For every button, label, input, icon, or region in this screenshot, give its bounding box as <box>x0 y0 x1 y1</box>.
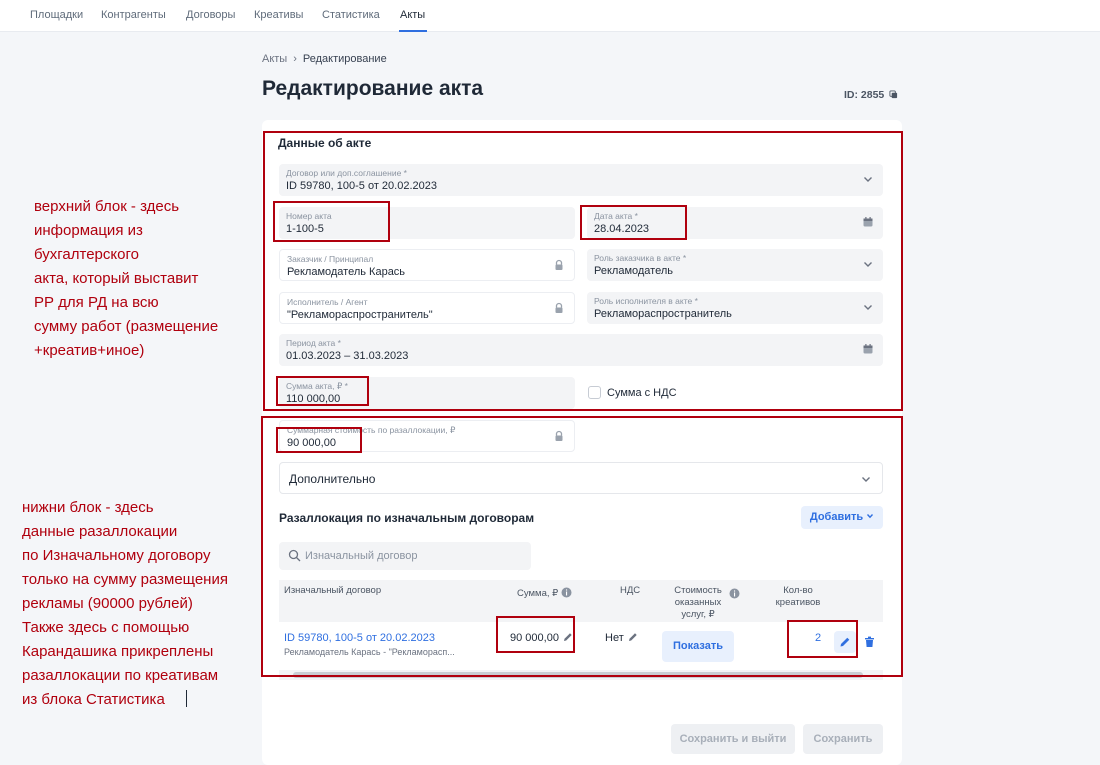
breadcrumb: Акты › Редактирование <box>262 53 387 65</box>
annotation-box-creatives-count <box>787 620 858 658</box>
text-cursor <box>186 690 187 707</box>
annotation-text-bottom-block: нижни блок - здесь данные разаллокации п… <box>22 499 228 708</box>
annotation-box-realloc-total <box>276 427 362 453</box>
annotation-box-act-amount <box>276 376 369 406</box>
breadcrumb-separator-icon: › <box>293 53 297 65</box>
annotation-box-act-date <box>580 205 687 240</box>
annotation-box-top-block <box>263 131 903 411</box>
nav-item-creatives[interactable]: Креативы <box>254 9 303 21</box>
nav-item-platforms[interactable]: Площадки <box>30 9 83 21</box>
nav-item-contracts[interactable]: Договоры <box>186 9 235 21</box>
annotation-box-act-number <box>273 201 390 242</box>
top-navigation: Площадки Контрагенты Договоры Креативы С… <box>0 0 1100 32</box>
save-button[interactable]: Сохранить <box>803 724 883 754</box>
nav-item-statistics[interactable]: Статистика <box>322 9 380 21</box>
breadcrumb-current: Редактирование <box>302 53 387 65</box>
page-title: Редактирование акта <box>262 77 484 100</box>
nav-item-counterparties[interactable]: Контрагенты <box>101 9 166 21</box>
annotation-text-top-block: верхний блок - здесь информация из бухга… <box>34 198 219 359</box>
save-and-exit-button[interactable]: Сохранить и выйти <box>671 724 795 754</box>
nav-item-acts[interactable]: Акты <box>400 9 425 21</box>
document-id-label: ID: 2855 <box>844 89 885 101</box>
breadcrumb-parent-link[interactable]: Акты <box>262 53 287 65</box>
copy-icon[interactable] <box>889 90 898 99</box>
annotation-box-row-sum <box>496 616 575 653</box>
document-id[interactable]: ID: 2855 <box>844 89 898 101</box>
